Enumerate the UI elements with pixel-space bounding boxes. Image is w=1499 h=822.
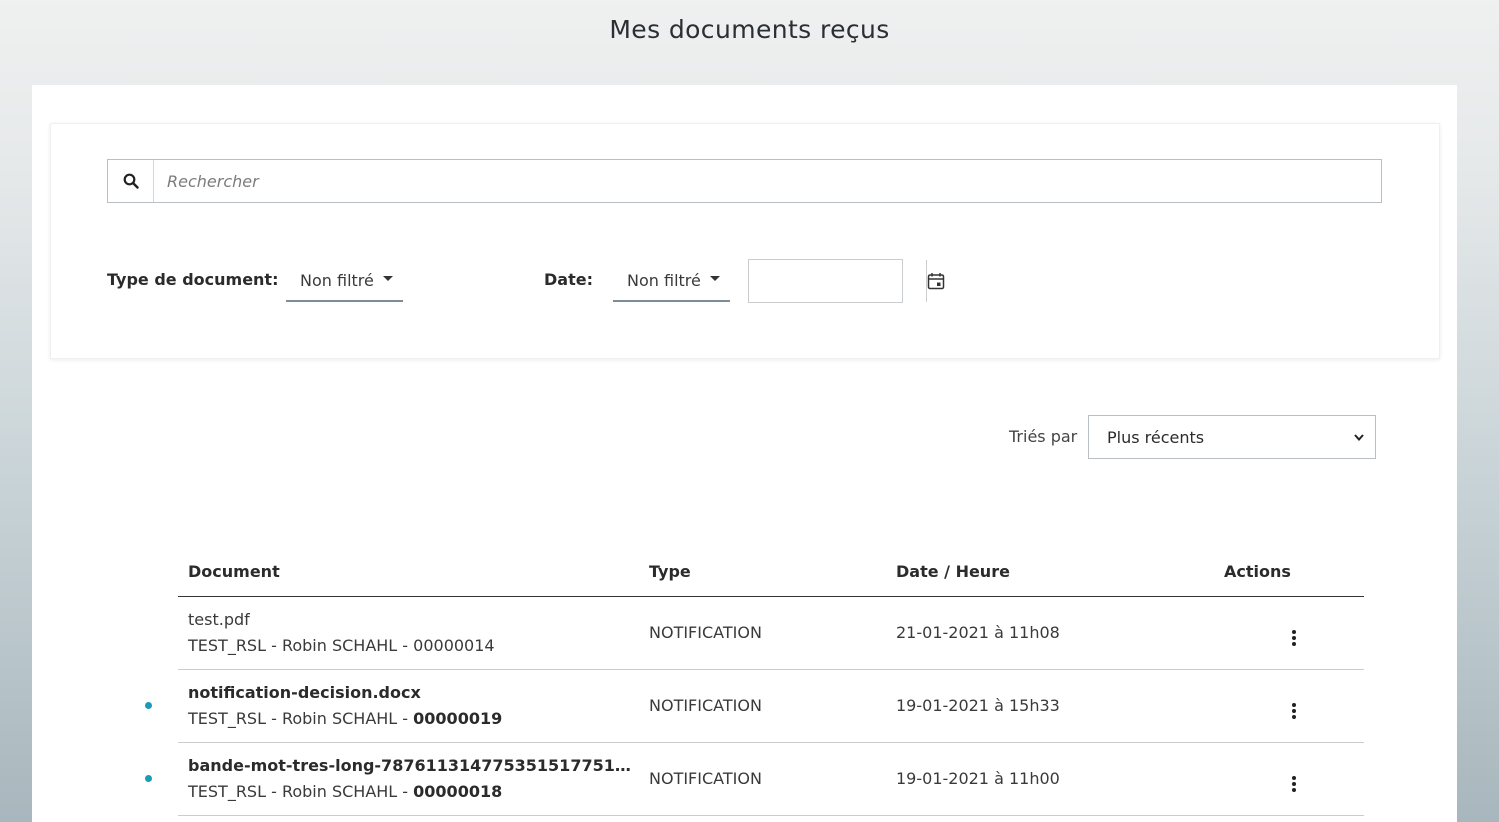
unread-indicator bbox=[145, 701, 152, 709]
actions-cell bbox=[1224, 742, 1364, 816]
document-meta-prefix: TEST_RSL - Robin SCHAHL - bbox=[188, 708, 414, 728]
caret-down-icon bbox=[382, 276, 393, 281]
document-cell[interactable]: bande-mot-tres-long-78761131477535151775… bbox=[145, 742, 649, 816]
search-box[interactable] bbox=[107, 159, 1382, 203]
document-meta: TEST_RSL - Robin SCHAHL - 00000014 bbox=[188, 633, 649, 659]
column-header-document[interactable]: Document bbox=[178, 548, 649, 597]
date-picker bbox=[748, 259, 945, 303]
date-dropdown[interactable]: Non filtré bbox=[613, 260, 730, 302]
document-cell[interactable]: test.pdf TEST_RSL - Robin SCHAHL - 00000… bbox=[178, 596, 649, 670]
documents-table: Document Type Date / Heure Actions test.… bbox=[145, 548, 1364, 816]
type-cell: NOTIFICATION bbox=[649, 742, 896, 816]
document-type-label: Type de document: bbox=[107, 270, 279, 289]
table-row[interactable]: test.pdf TEST_RSL - Robin SCHAHL - 00000… bbox=[178, 596, 1364, 670]
document-meta: TEST_RSL - Robin SCHAHL - 00000018 bbox=[188, 779, 649, 805]
type-cell: NOTIFICATION bbox=[649, 596, 896, 670]
actions-cell bbox=[1224, 669, 1364, 743]
column-header-date[interactable]: Date / Heure bbox=[896, 548, 1224, 597]
document-name[interactable]: test.pdf bbox=[188, 607, 638, 633]
table-row[interactable]: bande-mot-tres-long-78761131477535151775… bbox=[145, 742, 1364, 816]
calendar-icon[interactable] bbox=[926, 260, 945, 302]
document-cell[interactable]: notification-decision.docx TEST_RSL - Ro… bbox=[145, 669, 649, 743]
unread-indicator bbox=[145, 774, 152, 782]
document-type-dropdown[interactable]: Non filtré bbox=[286, 260, 403, 302]
kebab-menu-icon[interactable] bbox=[1292, 703, 1296, 719]
sort-label: Triés par bbox=[1009, 427, 1078, 446]
kebab-menu-icon[interactable] bbox=[1292, 776, 1296, 792]
type-cell: NOTIFICATION bbox=[649, 669, 896, 743]
sort-value: Plus récents bbox=[1107, 427, 1205, 447]
column-header-type[interactable]: Type bbox=[649, 548, 896, 597]
document-name[interactable]: notification-decision.docx bbox=[188, 680, 638, 706]
date-filter-value: Non filtré bbox=[627, 270, 701, 290]
document-ref: 00000018 bbox=[413, 781, 503, 801]
search-icon[interactable] bbox=[108, 160, 154, 202]
chevron-down-icon bbox=[1354, 434, 1364, 442]
document-ref: 00000014 bbox=[413, 635, 495, 655]
search-input[interactable] bbox=[154, 160, 1381, 202]
actions-cell bbox=[1224, 596, 1364, 670]
page-title: Mes documents reçus bbox=[609, 15, 890, 44]
document-ref: 00000019 bbox=[413, 708, 503, 728]
table-header-row: Document Type Date / Heure Actions bbox=[178, 548, 1364, 597]
filter-panel: Type de document: Non filtré Date: Non f… bbox=[50, 123, 1440, 359]
sort-select[interactable]: Plus récents bbox=[1088, 415, 1376, 459]
date-label: Date: bbox=[544, 270, 593, 289]
column-header-actions: Actions bbox=[1224, 548, 1364, 597]
document-name[interactable]: bande-mot-tres-long-78761131477535151775… bbox=[188, 753, 638, 779]
date-cell: 21-01-2021 à 11h08 bbox=[896, 596, 1224, 670]
main-card: Type de document: Non filtré Date: Non f… bbox=[32, 85, 1457, 822]
document-meta: TEST_RSL - Robin SCHAHL - 00000019 bbox=[188, 706, 649, 732]
document-meta-prefix: TEST_RSL - Robin SCHAHL - bbox=[188, 781, 414, 801]
document-type-value: Non filtré bbox=[300, 270, 374, 290]
date-cell: 19-01-2021 à 15h33 bbox=[896, 669, 1224, 743]
date-cell: 19-01-2021 à 11h00 bbox=[896, 742, 1224, 816]
date-input[interactable] bbox=[749, 260, 926, 302]
kebab-menu-icon[interactable] bbox=[1292, 630, 1296, 646]
table-row[interactable]: notification-decision.docx TEST_RSL - Ro… bbox=[145, 669, 1364, 743]
caret-down-icon bbox=[709, 276, 720, 281]
document-meta-prefix: TEST_RSL - Robin SCHAHL - bbox=[188, 635, 414, 655]
